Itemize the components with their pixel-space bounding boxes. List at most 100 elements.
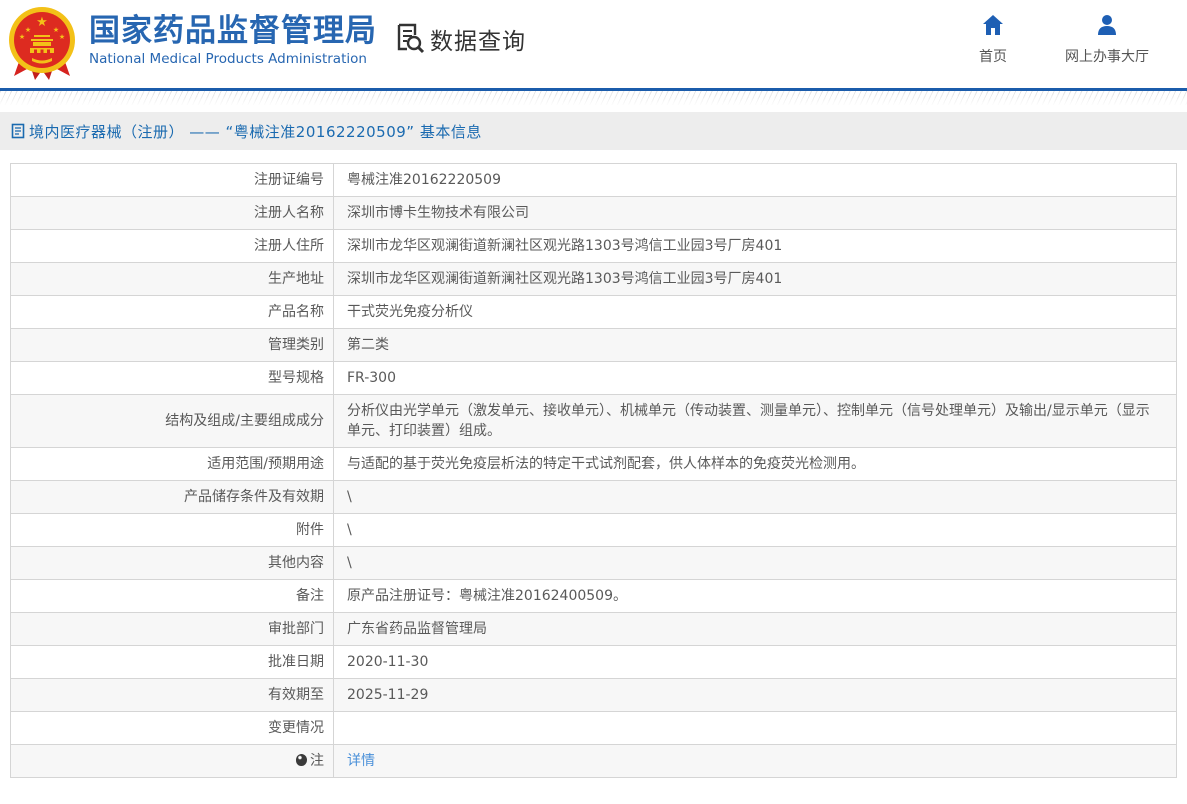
table-row: 附件 \ xyxy=(10,513,1177,547)
national-emblem-icon: ★ ★ ★ ★ ★ xyxy=(8,6,76,82)
table-row: 生产地址 深圳市龙华区观澜街道新澜社区观光路1303号鸿信工业园3号厂房401 xyxy=(10,262,1177,296)
row-value-text: 粤械注准20162220509 xyxy=(347,172,501,188)
row-value-text: FR-300 xyxy=(347,370,396,386)
row-label-text: 附件 xyxy=(296,522,324,538)
row-value xyxy=(333,711,1177,745)
row-value: \ xyxy=(333,480,1177,514)
row-value: 深圳市龙华区观澜街道新澜社区观光路1303号鸿信工业园3号厂房401 xyxy=(333,262,1177,296)
hatch-pattern-band xyxy=(0,91,1187,105)
svg-text:★: ★ xyxy=(25,26,31,34)
row-label: 备注 xyxy=(10,579,334,613)
nav-item-service-hall-label: 网上办事大厅 xyxy=(1065,49,1149,65)
document-icon xyxy=(11,123,25,139)
row-value-text: 干式荧光免疫分析仪 xyxy=(347,304,473,320)
row-label: 变更情况 xyxy=(10,711,334,745)
row-label-text: 适用范围/预期用途 xyxy=(207,456,324,472)
row-value-text: \ xyxy=(347,555,352,571)
row-label-text: 生产地址 xyxy=(268,271,324,287)
row-label: 注册人名称 xyxy=(10,196,334,230)
row-label: 管理类别 xyxy=(10,328,334,362)
row-label-text: 结构及组成/主要组成成分 xyxy=(165,413,324,429)
svg-text:★: ★ xyxy=(59,33,65,41)
row-label-text: 产品名称 xyxy=(268,304,324,320)
row-value-text: 2025-11-29 xyxy=(347,687,429,703)
table-row: 变更情况 xyxy=(10,711,1177,745)
row-value: FR-300 xyxy=(333,361,1177,395)
home-icon xyxy=(981,13,1005,37)
row-label: 其他内容 xyxy=(10,546,334,580)
row-label-text: 注册证编号 xyxy=(254,172,324,188)
org-name-en: National Medical Products Administration xyxy=(89,51,367,67)
row-label-text: 审批部门 xyxy=(268,621,324,637)
table-row: 结构及组成/主要组成成分 分析仪由光学单元（激发单元、接收单元）、机械单元（传动装… xyxy=(10,394,1177,448)
row-value-text: 深圳市龙华区观澜街道新澜社区观光路1303号鸿信工业园3号厂房401 xyxy=(347,271,783,287)
row-value: \ xyxy=(333,546,1177,580)
row-value: 广东省药品监督管理局 xyxy=(333,612,1177,646)
data-query-block: 数据查询 xyxy=(393,6,526,56)
row-value: \ xyxy=(333,513,1177,547)
table-row: 批准日期 2020-11-30 xyxy=(10,645,1177,679)
row-label: 审批部门 xyxy=(10,612,334,646)
nav-item-home[interactable]: 首页 xyxy=(943,13,1043,66)
row-value-text: 原产品注册证号：粤械注准20162400509。 xyxy=(347,588,627,604)
row-value-text: 第二类 xyxy=(347,337,389,353)
row-label: 注册证编号 xyxy=(10,163,334,197)
page-title: 境内医疗器械（注册） —— “粤械注准20162220509” 基本信息 xyxy=(29,122,482,141)
breadcrumb: 境内医疗器械（注册） —— “粤械注准20162220509” 基本信息 xyxy=(0,112,1187,150)
row-value-text: 广东省药品监督管理局 xyxy=(347,621,487,637)
row-label-text: 注册人住所 xyxy=(254,238,324,254)
nav-item-home-label: 首页 xyxy=(979,49,1007,65)
row-value: 深圳市博卡生物技术有限公司 xyxy=(333,196,1177,230)
note-balloon-icon xyxy=(296,754,307,766)
org-name-zh: 国家药品监督管理局 xyxy=(89,13,377,49)
row-label: 有效期至 xyxy=(10,678,334,712)
site-header: ★ ★ ★ ★ ★ 国家药品监督管理局 National Medical Pro… xyxy=(0,0,1187,88)
org-title-block: 国家药品监督管理局 National Medical Products Admi… xyxy=(89,6,377,67)
table-row: 注册人住所 深圳市龙华区观澜街道新澜社区观光路1303号鸿信工业园3号厂房401 xyxy=(10,229,1177,263)
row-label-text: 注册人名称 xyxy=(254,205,324,221)
svg-text:★: ★ xyxy=(19,33,25,41)
row-label: 适用范围/预期用途 xyxy=(10,447,334,481)
row-value-text: \ xyxy=(347,522,352,538)
row-value: 粤械注准20162220509 xyxy=(333,163,1177,197)
row-label-text: 管理类别 xyxy=(268,337,324,353)
row-label: 生产地址 xyxy=(10,262,334,296)
row-label: 结构及组成/主要组成成分 xyxy=(10,394,334,448)
row-value-text: 与适配的基于荧光免疫层析法的特定干式试剂配套，供人体样本的免疫荧光检测用。 xyxy=(347,456,865,472)
table-row: 审批部门 广东省药品监督管理局 xyxy=(10,612,1177,646)
table-row: 注册证编号 粤械注准20162220509 xyxy=(10,163,1177,197)
row-label-text: 产品储存条件及有效期 xyxy=(184,489,324,505)
row-value: 详情 xyxy=(333,744,1177,778)
row-value: 干式荧光免疫分析仪 xyxy=(333,295,1177,329)
row-value: 深圳市龙华区观澜街道新澜社区观光路1303号鸿信工业园3号厂房401 xyxy=(333,229,1177,263)
nav-item-service-hall[interactable]: 网上办事大厅 xyxy=(1057,13,1157,66)
row-value-text: \ xyxy=(347,489,352,505)
row-value: 原产品注册证号：粤械注准20162400509。 xyxy=(333,579,1177,613)
row-value-text: 深圳市龙华区观澜街道新澜社区观光路1303号鸿信工业园3号厂房401 xyxy=(347,238,783,254)
table-row: 产品名称 干式荧光免疫分析仪 xyxy=(10,295,1177,329)
info-table-body: 注册证编号 粤械注准20162220509 注册人名称 深圳市博卡生物技术有限公司 注册… xyxy=(10,163,1177,778)
person-icon xyxy=(1095,13,1119,37)
row-label-text: 型号规格 xyxy=(268,370,324,386)
row-value: 分析仪由光学单元（激发单元、接收单元）、机械单元（传动装置、测量单元）、控制单元… xyxy=(333,394,1177,448)
row-label: 附件 xyxy=(10,513,334,547)
row-label: 注 xyxy=(10,744,334,778)
table-row: 注 详情 xyxy=(10,744,1177,778)
row-label-text: 批准日期 xyxy=(268,654,324,670)
detail-link[interactable]: 详情 xyxy=(347,753,375,769)
table-row: 有效期至 2025-11-29 xyxy=(10,678,1177,712)
table-row: 其他内容 \ xyxy=(10,546,1177,580)
row-label-text: 其他内容 xyxy=(268,555,324,571)
row-label-text: 备注 xyxy=(296,588,324,604)
row-value-text: 2020-11-30 xyxy=(347,654,429,670)
row-label: 产品名称 xyxy=(10,295,334,329)
row-label: 产品储存条件及有效期 xyxy=(10,480,334,514)
row-label: 型号规格 xyxy=(10,361,334,395)
row-value: 2020-11-30 xyxy=(333,645,1177,679)
row-label-text: 注 xyxy=(310,753,324,769)
row-label: 注册人住所 xyxy=(10,229,334,263)
table-row: 产品储存条件及有效期 \ xyxy=(10,480,1177,514)
document-search-icon xyxy=(393,22,425,56)
row-value-text: 分析仪由光学单元（激发单元、接收单元）、机械单元（传动装置、测量单元）、控制单元… xyxy=(347,403,1150,439)
header-nav: 首页 网上办事大厅 xyxy=(943,13,1157,66)
